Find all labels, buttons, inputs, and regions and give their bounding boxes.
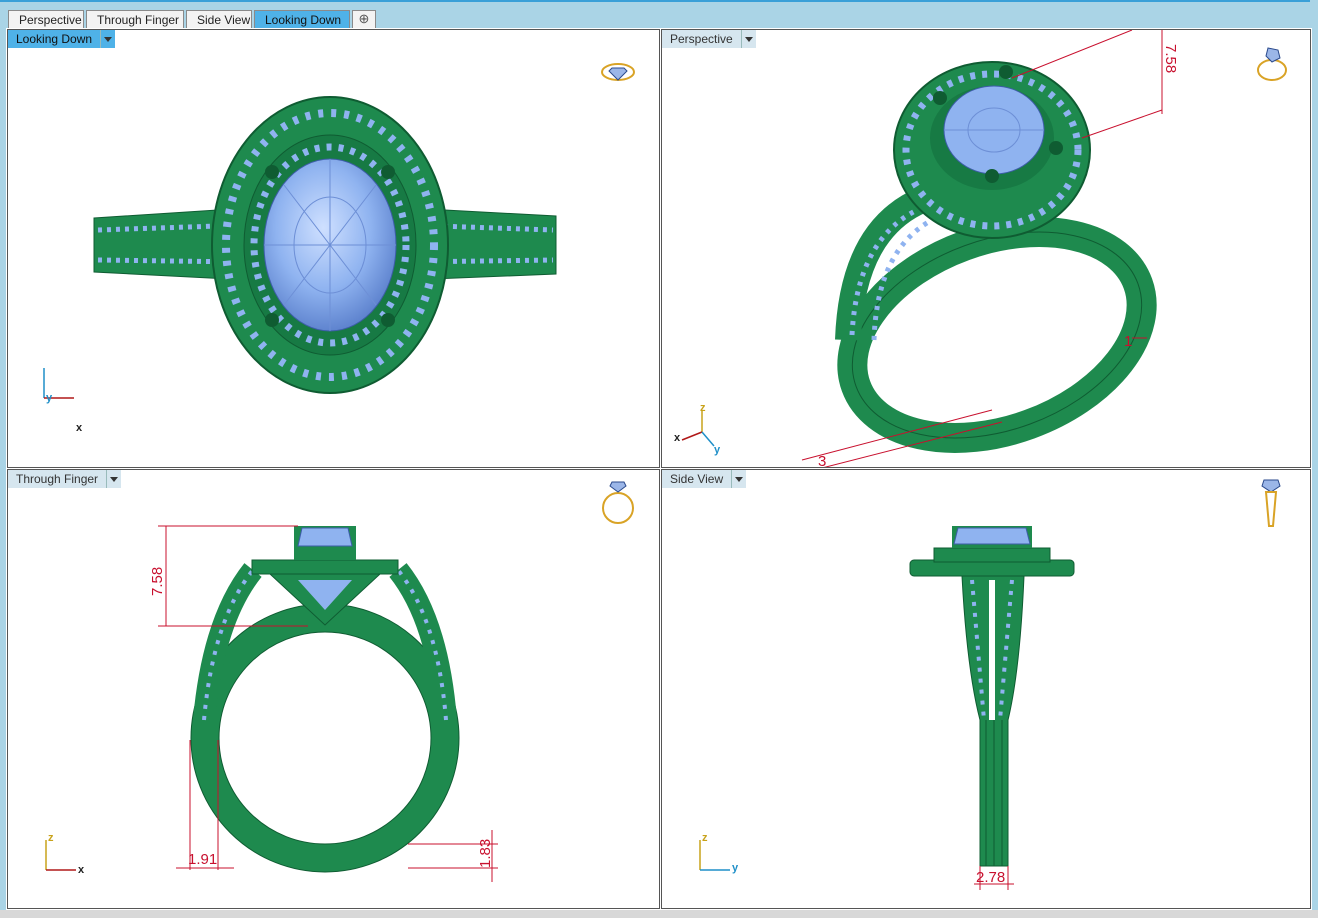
viewport-through-finger[interactable]: Through Finger 7.58 1.91 1.83 z x (7, 469, 660, 909)
ring-side-icon (1261, 479, 1281, 527)
viewport-label[interactable]: Through Finger (8, 470, 122, 488)
ring-front-render: 7.58 1.91 1.83 (45, 481, 634, 882)
dimension-height: 7.58 (149, 567, 166, 596)
viewport-label[interactable]: Side View (662, 470, 747, 488)
dimension-height: 7.58 (1162, 44, 1179, 73)
viewport-perspective[interactable]: Perspective 7.58 1 3 z x y (661, 29, 1311, 468)
tab-looking-down[interactable]: Looking Down (254, 10, 350, 28)
dropdown-icon[interactable] (741, 30, 756, 48)
tab-perspective[interactable]: Perspective (8, 10, 84, 28)
add-tab-icon[interactable]: ⊕ (352, 10, 376, 28)
tab-side-view[interactable]: Side View (186, 10, 252, 28)
viewport-area: Looking Down y x Perspective 7.58 1 3 z … (6, 28, 1312, 910)
axis-triad (681, 410, 715, 447)
dimension-width: 2.78 (976, 869, 1005, 886)
axis-label-y: y (732, 862, 739, 874)
axis-triad (699, 840, 730, 871)
ring-perspective-render: 7.58 1 3 (681, 30, 1287, 468)
axis-label-y: y (46, 392, 53, 404)
status-bar (0, 910, 1318, 918)
viewport-title[interactable]: Perspective (662, 30, 742, 48)
viewport-title[interactable]: Through Finger (8, 470, 108, 488)
dropdown-icon[interactable] (107, 470, 122, 488)
ring-side-render: 2.78 (699, 479, 1281, 890)
dimension-a: 1 (1124, 333, 1132, 350)
axis-label-x: x (78, 864, 85, 876)
ring-top-render (43, 63, 635, 399)
ring-top-icon (601, 63, 635, 81)
viewport-title[interactable]: Side View (662, 470, 733, 488)
dimension-width: 1.91 (188, 851, 217, 868)
viewport-label[interactable]: Looking Down (8, 30, 116, 48)
viewport-looking-down[interactable]: Looking Down y x (7, 29, 660, 468)
dropdown-icon[interactable] (101, 30, 116, 48)
dimension-b: 3 (818, 453, 826, 468)
axis-label-y: y (714, 444, 721, 456)
dropdown-icon[interactable] (732, 470, 747, 488)
tab-through-finger[interactable]: Through Finger (86, 10, 184, 28)
ring-front-icon (602, 481, 634, 524)
axis-label-z: z (48, 832, 54, 844)
axis-label-z: z (702, 832, 708, 844)
axis-label-z: z (700, 402, 706, 414)
dimension-thickness: 1.83 (477, 839, 494, 868)
viewport-side-view[interactable]: Side View 2.78 z y (661, 469, 1311, 909)
axis-triad (45, 840, 76, 871)
viewport-tab-bar: Perspective Through Finger Side View Loo… (0, 2, 1310, 28)
viewport-title[interactable]: Looking Down (8, 30, 102, 48)
viewport-label[interactable]: Perspective (662, 30, 756, 48)
ring-perspective-icon (1257, 47, 1287, 81)
axis-label-x: x (674, 432, 681, 444)
axis-label-x: x (76, 422, 83, 434)
